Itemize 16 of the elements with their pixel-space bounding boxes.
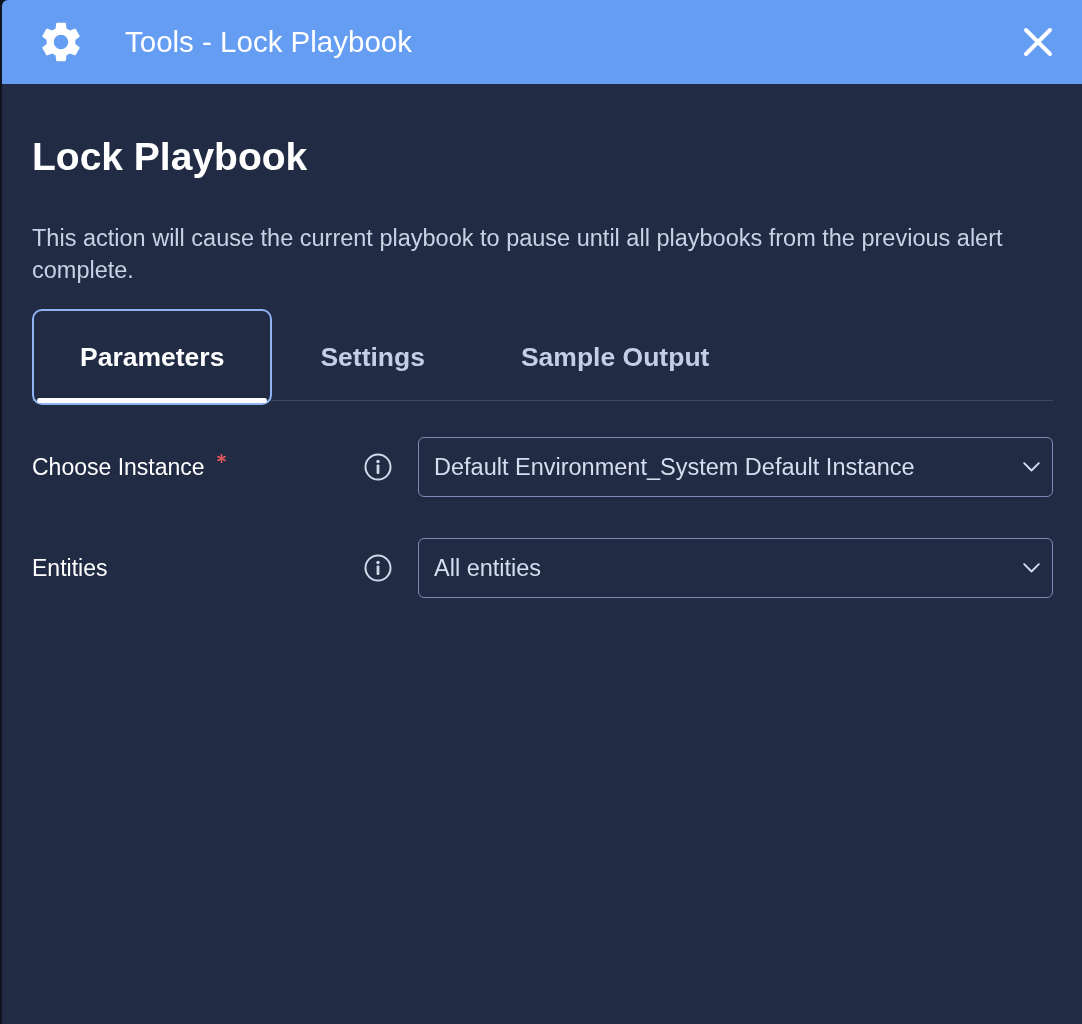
tab[interactable]: Parameters bbox=[32, 309, 273, 405]
tab[interactable]: Settings bbox=[272, 309, 473, 405]
chevron-down-icon bbox=[1023, 563, 1040, 573]
info-icon[interactable] bbox=[364, 453, 392, 481]
description-text: This action will cause the current playbook to pause until all playbooks from the previous alert complete. bbox=[32, 224, 1004, 285]
dialog-heading: Lock Playbook bbox=[32, 134, 309, 180]
close-button[interactable] bbox=[1022, 26, 1054, 58]
close-icon bbox=[1023, 27, 1053, 57]
chevron-down-icon bbox=[1023, 462, 1040, 472]
dropdown-field[interactable]: Default Environment_System Default Instance bbox=[418, 437, 1053, 497]
info-icon[interactable] bbox=[364, 554, 392, 582]
tab[interactable]: Sample Output bbox=[472, 309, 758, 405]
window-title: Tools - Lock Playbook bbox=[125, 24, 413, 60]
field-label: Entities bbox=[32, 554, 108, 582]
field-label: Choose Instance bbox=[32, 453, 205, 481]
dropdown-field[interactable]: All entities bbox=[418, 538, 1053, 598]
